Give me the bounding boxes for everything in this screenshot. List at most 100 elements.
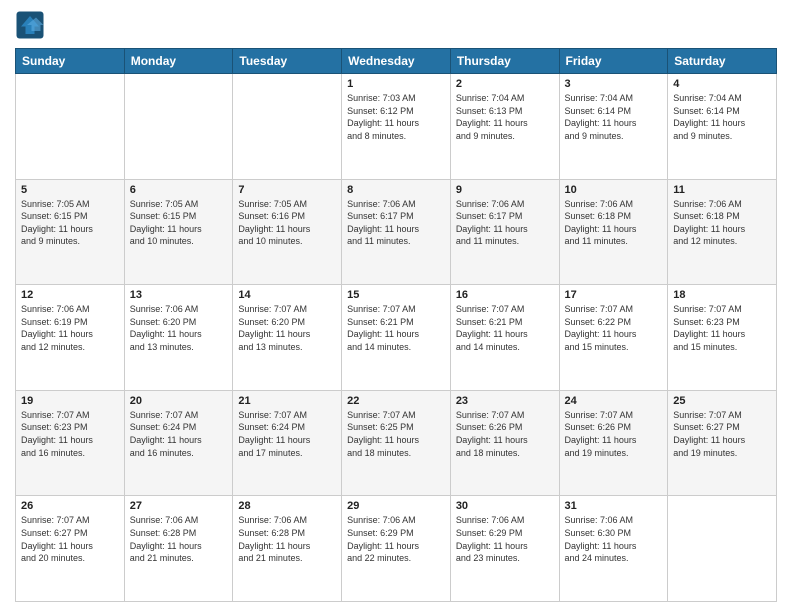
day-number: 5 <box>21 184 119 196</box>
cell-info: Sunrise: 7:07 AM Sunset: 6:26 PM Dayligh… <box>456 409 554 459</box>
cell-info: Sunrise: 7:07 AM Sunset: 6:24 PM Dayligh… <box>238 409 336 459</box>
day-number: 14 <box>238 289 336 301</box>
calendar-week-row: 5 Sunrise: 7:05 AM Sunset: 6:15 PM Daylig… <box>16 179 777 285</box>
calendar-cell <box>668 496 777 602</box>
cell-info: Sunrise: 7:07 AM Sunset: 6:20 PM Dayligh… <box>238 303 336 353</box>
day-number: 2 <box>456 78 554 90</box>
cell-info: Sunrise: 7:06 AM Sunset: 6:30 PM Dayligh… <box>565 514 663 564</box>
day-number: 19 <box>21 395 119 407</box>
logo <box>15 10 49 40</box>
day-number: 3 <box>565 78 663 90</box>
cell-info: Sunrise: 7:07 AM Sunset: 6:23 PM Dayligh… <box>673 303 771 353</box>
calendar-cell: 19 Sunrise: 7:07 AM Sunset: 6:23 PM Dayli… <box>16 390 125 496</box>
calendar-cell: 15 Sunrise: 7:07 AM Sunset: 6:21 PM Dayli… <box>342 285 451 391</box>
cell-info: Sunrise: 7:07 AM Sunset: 6:23 PM Dayligh… <box>21 409 119 459</box>
calendar-cell: 23 Sunrise: 7:07 AM Sunset: 6:26 PM Dayli… <box>450 390 559 496</box>
day-number: 13 <box>130 289 228 301</box>
day-number: 16 <box>456 289 554 301</box>
day-number: 9 <box>456 184 554 196</box>
day-number: 15 <box>347 289 445 301</box>
day-number: 20 <box>130 395 228 407</box>
day-number: 23 <box>456 395 554 407</box>
day-number: 4 <box>673 78 771 90</box>
cell-info: Sunrise: 7:06 AM Sunset: 6:29 PM Dayligh… <box>347 514 445 564</box>
cell-info: Sunrise: 7:03 AM Sunset: 6:12 PM Dayligh… <box>347 92 445 142</box>
day-number: 12 <box>21 289 119 301</box>
day-number: 29 <box>347 500 445 512</box>
day-number: 30 <box>456 500 554 512</box>
calendar-cell: 2 Sunrise: 7:04 AM Sunset: 6:13 PM Daylig… <box>450 74 559 180</box>
calendar-cell: 30Sunrise: 7:06 AM Sunset: 6:29 PM Dayli… <box>450 496 559 602</box>
cell-info: Sunrise: 7:07 AM Sunset: 6:26 PM Dayligh… <box>565 409 663 459</box>
calendar-cell: 28Sunrise: 7:06 AM Sunset: 6:28 PM Dayli… <box>233 496 342 602</box>
calendar-cell: 20 Sunrise: 7:07 AM Sunset: 6:24 PM Dayli… <box>124 390 233 496</box>
calendar-cell: 9 Sunrise: 7:06 AM Sunset: 6:17 PM Daylig… <box>450 179 559 285</box>
cell-info: Sunrise: 7:06 AM Sunset: 6:18 PM Dayligh… <box>673 198 771 248</box>
cell-info: Sunrise: 7:06 AM Sunset: 6:19 PM Dayligh… <box>21 303 119 353</box>
day-number: 1 <box>347 78 445 90</box>
day-number: 17 <box>565 289 663 301</box>
calendar-day-header: Wednesday <box>342 49 451 74</box>
calendar-cell: 27Sunrise: 7:06 AM Sunset: 6:28 PM Dayli… <box>124 496 233 602</box>
cell-info: Sunrise: 7:07 AM Sunset: 6:25 PM Dayligh… <box>347 409 445 459</box>
day-number: 7 <box>238 184 336 196</box>
cell-info: Sunrise: 7:06 AM Sunset: 6:17 PM Dayligh… <box>347 198 445 248</box>
calendar-cell: 21Sunrise: 7:07 AM Sunset: 6:24 PM Dayli… <box>233 390 342 496</box>
calendar-day-header: Tuesday <box>233 49 342 74</box>
calendar-header-row: SundayMondayTuesdayWednesdayThursdayFrid… <box>16 49 777 74</box>
page: SundayMondayTuesdayWednesdayThursdayFrid… <box>0 0 792 612</box>
calendar-day-header: Saturday <box>668 49 777 74</box>
calendar-cell: 13 Sunrise: 7:06 AM Sunset: 6:20 PM Dayli… <box>124 285 233 391</box>
calendar-cell: 24 Sunrise: 7:07 AM Sunset: 6:26 PM Dayli… <box>559 390 668 496</box>
day-number: 26 <box>21 500 119 512</box>
day-number: 31 <box>565 500 663 512</box>
calendar-table: SundayMondayTuesdayWednesdayThursdayFrid… <box>15 48 777 602</box>
calendar-week-row: 1 Sunrise: 7:03 AM Sunset: 6:12 PM Daylig… <box>16 74 777 180</box>
calendar-cell <box>16 74 125 180</box>
cell-info: Sunrise: 7:06 AM Sunset: 6:18 PM Dayligh… <box>565 198 663 248</box>
cell-info: Sunrise: 7:06 AM Sunset: 6:20 PM Dayligh… <box>130 303 228 353</box>
day-number: 6 <box>130 184 228 196</box>
calendar-week-row: 19 Sunrise: 7:07 AM Sunset: 6:23 PM Dayli… <box>16 390 777 496</box>
calendar-cell: 1 Sunrise: 7:03 AM Sunset: 6:12 PM Daylig… <box>342 74 451 180</box>
calendar-cell: 4 Sunrise: 7:04 AM Sunset: 6:14 PM Daylig… <box>668 74 777 180</box>
calendar-day-header: Sunday <box>16 49 125 74</box>
calendar-cell: 26 Sunrise: 7:07 AM Sunset: 6:27 PM Dayli… <box>16 496 125 602</box>
day-number: 27 <box>130 500 228 512</box>
cell-info: Sunrise: 7:07 AM Sunset: 6:21 PM Dayligh… <box>456 303 554 353</box>
day-number: 22 <box>347 395 445 407</box>
calendar-cell: 17 Sunrise: 7:07 AM Sunset: 6:22 PM Dayli… <box>559 285 668 391</box>
calendar-cell: 7 Sunrise: 7:05 AM Sunset: 6:16 PM Daylig… <box>233 179 342 285</box>
cell-info: Sunrise: 7:07 AM Sunset: 6:27 PM Dayligh… <box>21 514 119 564</box>
cell-info: Sunrise: 7:07 AM Sunset: 6:21 PM Dayligh… <box>347 303 445 353</box>
calendar-cell: 3Sunrise: 7:04 AM Sunset: 6:14 PM Daylig… <box>559 74 668 180</box>
calendar-cell <box>233 74 342 180</box>
day-number: 10 <box>565 184 663 196</box>
day-number: 25 <box>673 395 771 407</box>
cell-info: Sunrise: 7:07 AM Sunset: 6:22 PM Dayligh… <box>565 303 663 353</box>
calendar-cell: 8 Sunrise: 7:06 AM Sunset: 6:17 PM Daylig… <box>342 179 451 285</box>
day-number: 24 <box>565 395 663 407</box>
logo-icon <box>15 10 45 40</box>
calendar-cell: 25 Sunrise: 7:07 AM Sunset: 6:27 PM Dayli… <box>668 390 777 496</box>
calendar-cell: 11Sunrise: 7:06 AM Sunset: 6:18 PM Dayli… <box>668 179 777 285</box>
cell-info: Sunrise: 7:06 AM Sunset: 6:17 PM Dayligh… <box>456 198 554 248</box>
cell-info: Sunrise: 7:06 AM Sunset: 6:28 PM Dayligh… <box>238 514 336 564</box>
calendar-cell <box>124 74 233 180</box>
cell-info: Sunrise: 7:05 AM Sunset: 6:15 PM Dayligh… <box>130 198 228 248</box>
cell-info: Sunrise: 7:04 AM Sunset: 6:14 PM Dayligh… <box>673 92 771 142</box>
calendar-cell: 14 Sunrise: 7:07 AM Sunset: 6:20 PM Dayli… <box>233 285 342 391</box>
calendar-week-row: 12 Sunrise: 7:06 AM Sunset: 6:19 PM Dayli… <box>16 285 777 391</box>
calendar-day-header: Thursday <box>450 49 559 74</box>
cell-info: Sunrise: 7:07 AM Sunset: 6:27 PM Dayligh… <box>673 409 771 459</box>
calendar-cell: 10 Sunrise: 7:06 AM Sunset: 6:18 PM Dayli… <box>559 179 668 285</box>
calendar-cell: 6 Sunrise: 7:05 AM Sunset: 6:15 PM Daylig… <box>124 179 233 285</box>
calendar-week-row: 26 Sunrise: 7:07 AM Sunset: 6:27 PM Dayli… <box>16 496 777 602</box>
calendar-cell: 16 Sunrise: 7:07 AM Sunset: 6:21 PM Dayli… <box>450 285 559 391</box>
day-number: 8 <box>347 184 445 196</box>
day-number: 18 <box>673 289 771 301</box>
cell-info: Sunrise: 7:05 AM Sunset: 6:15 PM Dayligh… <box>21 198 119 248</box>
cell-info: Sunrise: 7:04 AM Sunset: 6:13 PM Dayligh… <box>456 92 554 142</box>
cell-info: Sunrise: 7:05 AM Sunset: 6:16 PM Dayligh… <box>238 198 336 248</box>
cell-info: Sunrise: 7:07 AM Sunset: 6:24 PM Dayligh… <box>130 409 228 459</box>
